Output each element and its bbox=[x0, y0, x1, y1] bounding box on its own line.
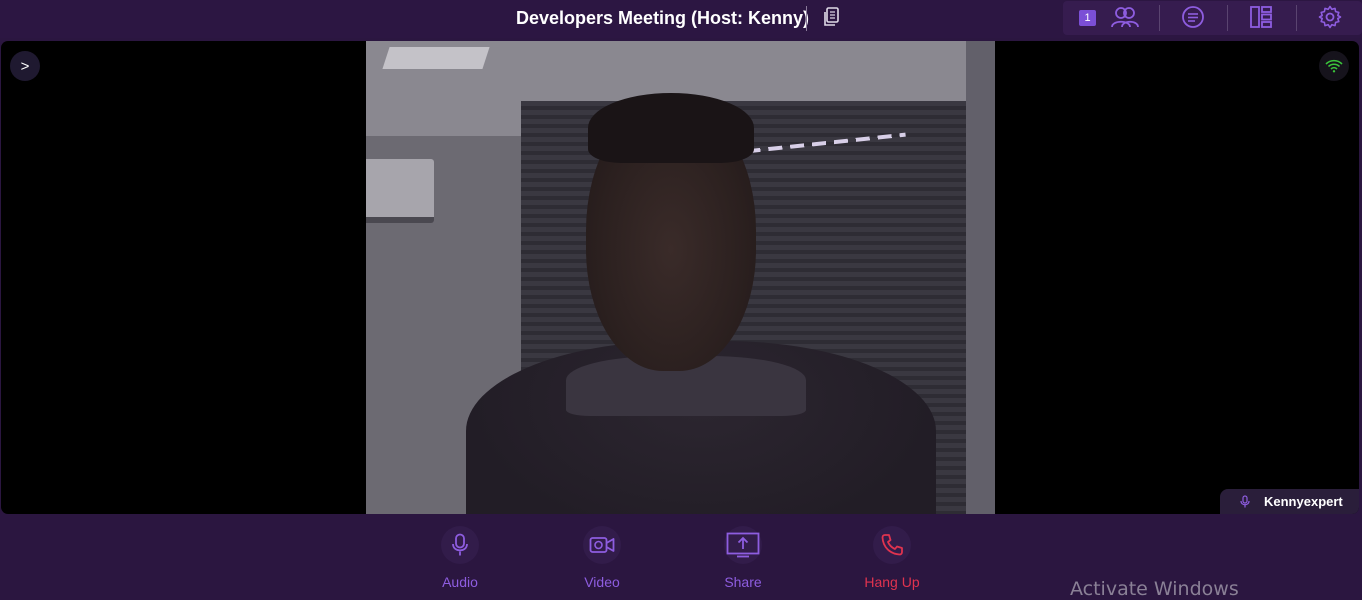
copy-link-button[interactable] bbox=[820, 5, 842, 29]
phone-icon bbox=[881, 534, 903, 556]
microphone-icon bbox=[1240, 495, 1250, 508]
participants-button[interactable] bbox=[1108, 4, 1142, 30]
hang-up-button[interactable]: Hang Up bbox=[852, 526, 932, 590]
layout-button[interactable] bbox=[1246, 4, 1276, 30]
chat-button[interactable] bbox=[1178, 4, 1208, 30]
video-stage: > Kennyexpert bbox=[1, 41, 1359, 514]
video-person-hair bbox=[588, 93, 754, 163]
video-camera-icon bbox=[589, 537, 615, 553]
layout-icon bbox=[1250, 6, 1272, 28]
wifi-signal-icon bbox=[1325, 59, 1343, 73]
share-label: Share bbox=[724, 574, 762, 590]
audio-button-circle bbox=[441, 526, 479, 564]
settings-icon bbox=[1318, 5, 1342, 29]
hang-up-label: Hang Up bbox=[864, 574, 920, 590]
toolbar-divider bbox=[1227, 5, 1228, 31]
toolbar-divider bbox=[1296, 5, 1297, 31]
sidebar-toggle-button[interactable]: > bbox=[10, 51, 40, 81]
share-button-circle bbox=[724, 526, 762, 564]
video-button-circle bbox=[583, 526, 621, 564]
activate-windows-watermark: Activate Windows bbox=[1070, 578, 1239, 600]
chat-icon bbox=[1182, 6, 1204, 28]
participants-icon bbox=[1111, 7, 1139, 28]
participant-name: Kennyexpert bbox=[1264, 494, 1343, 509]
video-ceiling-light bbox=[382, 47, 490, 69]
share-button[interactable]: Share bbox=[703, 526, 783, 590]
video-label: Video bbox=[584, 574, 620, 590]
settings-button[interactable] bbox=[1315, 4, 1345, 30]
audio-label: Audio bbox=[442, 574, 478, 590]
video-button[interactable]: Video bbox=[562, 526, 642, 590]
screen-share-icon bbox=[726, 532, 760, 558]
title-divider bbox=[806, 6, 807, 31]
connection-indicator bbox=[1319, 51, 1349, 81]
toolbar-divider bbox=[1159, 5, 1160, 31]
sidebar-toggle-label: > bbox=[20, 57, 30, 75]
participant-name-tag: Kennyexpert bbox=[1220, 489, 1359, 514]
meeting-title: Developers Meeting (Host: Kenny) bbox=[516, 8, 810, 28]
microphone-icon bbox=[452, 533, 468, 556]
video-window-frame bbox=[966, 41, 995, 514]
hang-up-button-circle bbox=[873, 526, 911, 564]
audio-button[interactable]: Audio bbox=[420, 526, 500, 590]
copy-icon bbox=[824, 7, 839, 26]
participant-video bbox=[366, 41, 995, 514]
participant-count-badge: 1 bbox=[1079, 10, 1096, 26]
video-air-conditioner bbox=[366, 159, 434, 223]
